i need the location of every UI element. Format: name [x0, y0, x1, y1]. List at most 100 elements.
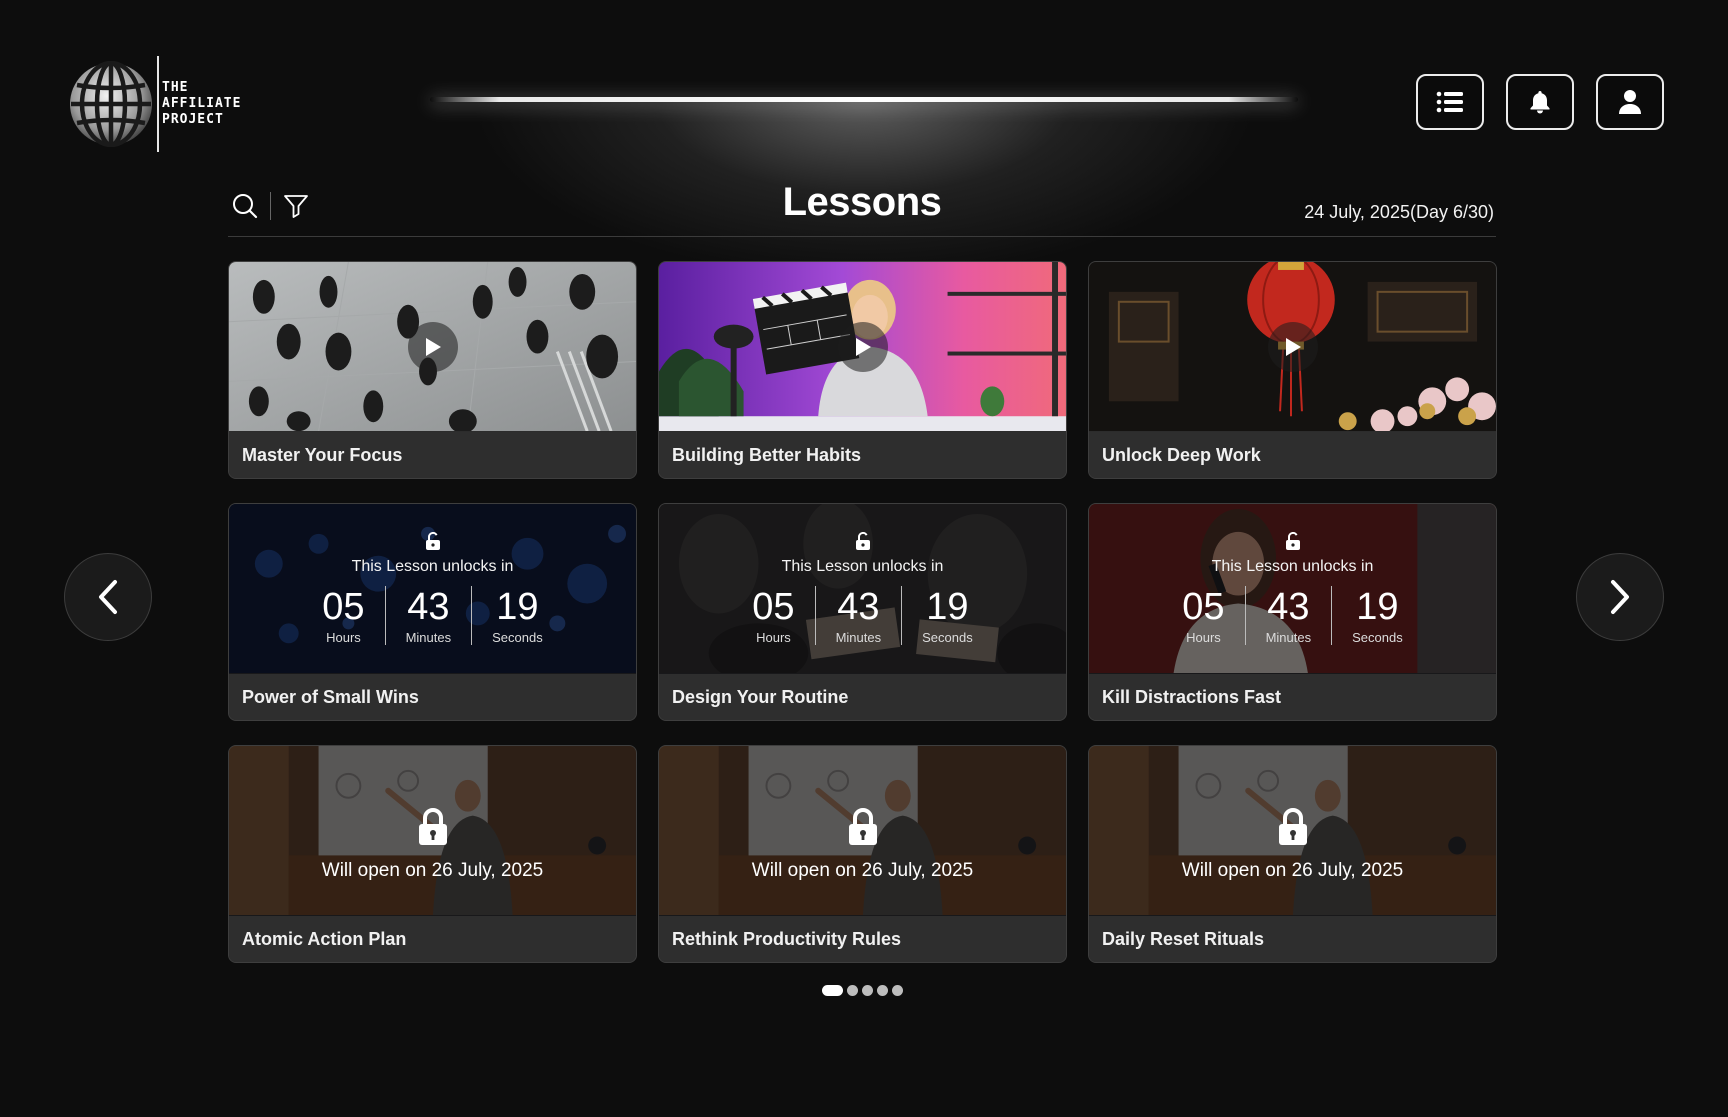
unlock-icon: [855, 532, 870, 550]
minutes-label: Minutes: [405, 630, 452, 645]
hours-label: Hours: [1186, 630, 1221, 645]
chevron-right-icon: [1611, 580, 1629, 614]
list-icon: [1436, 91, 1463, 113]
brand-line: AFFILIATE: [162, 96, 242, 111]
play-button[interactable]: [407, 322, 458, 372]
lesson-card[interactable]: Building Better Habits: [658, 261, 1067, 479]
open-date-text: Will open on 26 July, 2025: [751, 860, 974, 881]
seconds-value: 19: [496, 586, 539, 628]
next-page-button[interactable]: [1576, 553, 1664, 641]
play-button[interactable]: [837, 322, 888, 372]
play-icon: [1285, 338, 1301, 356]
locked-state: Will open on 26 July, 2025: [659, 746, 1066, 916]
hours-label: Hours: [326, 630, 361, 645]
notifications-button[interactable]: [1506, 74, 1574, 130]
unlock-icon: [1285, 532, 1300, 550]
unlock-countdown: This Lesson unlocks in 05 Hours 43 Minutes…: [1089, 504, 1496, 674]
countdown-timer: 05 Hours 43 Minutes 19 Seconds: [732, 586, 992, 645]
play-button[interactable]: [1267, 322, 1318, 372]
lesson-card[interactable]: Will open on 26 July, 2025 Atomic Action…: [228, 745, 637, 963]
pagination-dots: [822, 985, 903, 996]
brand-logo[interactable]: THE AFFILIATE PROJECT: [68, 56, 241, 152]
open-date-text: Will open on 26 July, 2025: [321, 860, 544, 881]
page-dot[interactable]: [847, 985, 858, 996]
lessons-toolbar: Lessons 24 July, 2025(Day 6/30): [228, 180, 1496, 237]
lesson-thumbnail: [659, 262, 1066, 432]
countdown-minutes: 43 Minutes: [814, 586, 902, 645]
lesson-card[interactable]: This Lesson unlocks in 05 Hours 43 Minutes…: [228, 503, 637, 721]
brand-line: THE: [162, 80, 189, 95]
bell-icon: [1530, 91, 1550, 114]
lesson-card[interactable]: Unlock Deep Work: [1088, 261, 1497, 479]
lesson-title: Power of Small Wins: [229, 674, 636, 720]
brand-line: PROJECT: [162, 112, 224, 127]
lesson-card[interactable]: Master Your Focus: [228, 261, 637, 479]
lesson-title: Master Your Focus: [229, 432, 636, 478]
lesson-thumbnail: Will open on 26 July, 2025: [229, 746, 636, 916]
chevron-left-icon: [99, 580, 117, 614]
header-actions: [1416, 74, 1664, 130]
unlock-countdown: This Lesson unlocks in 05 Hours 43 Minutes…: [659, 504, 1066, 674]
countdown-minutes: 43 Minutes: [1244, 586, 1332, 645]
seconds-value: 19: [926, 586, 969, 628]
page-dot-active[interactable]: [822, 985, 843, 996]
seconds-label: Seconds: [1352, 630, 1403, 645]
minutes-value: 43: [407, 586, 450, 628]
lesson-title: Rethink Productivity Rules: [659, 916, 1066, 962]
unlock-countdown: This Lesson unlocks in 05 Hours 43 Minutes…: [229, 504, 636, 674]
countdown-timer: 05 Hours 43 Minutes 19 Seconds: [1162, 586, 1422, 645]
lesson-thumbnail: This Lesson unlocks in 05 Hours 43 Minutes…: [229, 504, 636, 674]
locked-state: Will open on 26 July, 2025: [229, 746, 636, 916]
countdown-timer: 05 Hours 43 Minutes 19 Seconds: [302, 586, 562, 645]
countdown-minutes: 43 Minutes: [384, 586, 472, 645]
open-date-text: Will open on 26 July, 2025: [1181, 860, 1404, 881]
lesson-thumbnail: This Lesson unlocks in 05 Hours 43 Minutes…: [659, 504, 1066, 674]
current-date: 24 July, 2025(Day 6/30): [1304, 202, 1494, 222]
play-icon: [425, 338, 441, 356]
countdown-hours: 05 Hours: [732, 586, 814, 645]
user-icon: [1619, 90, 1641, 114]
lesson-title: Atomic Action Plan: [229, 916, 636, 962]
locked-state: Will open on 26 July, 2025: [1089, 746, 1496, 916]
lesson-title: Unlock Deep Work: [1089, 432, 1496, 478]
countdown-seconds: 19 Seconds: [471, 586, 563, 645]
minutes-value: 43: [837, 586, 880, 628]
lock-icon: [1278, 808, 1307, 845]
lessons-grid: Master Your Focus Building Better Habits…: [228, 261, 1497, 963]
unlock-text: This Lesson unlocks in: [781, 558, 944, 575]
hours-value: 05: [752, 586, 795, 628]
countdown-seconds: 19 Seconds: [1331, 586, 1423, 645]
countdown-hours: 05 Hours: [1162, 586, 1244, 645]
hours-value: 05: [322, 586, 365, 628]
lesson-title: Daily Reset Rituals: [1089, 916, 1496, 962]
logo-divider: [157, 56, 159, 152]
lesson-title: Building Better Habits: [659, 432, 1066, 478]
unlock-text: This Lesson unlocks in: [351, 558, 514, 575]
unlock-icon: [425, 532, 440, 550]
hours-value: 05: [1182, 586, 1225, 628]
globe-icon: [70, 61, 152, 147]
page-dot[interactable]: [892, 985, 903, 996]
light-bar: [430, 97, 1298, 102]
page-dot[interactable]: [862, 985, 873, 996]
play-icon: [855, 338, 871, 356]
page-dot[interactable]: [877, 985, 888, 996]
brand-wordmark: THE AFFILIATE PROJECT: [162, 80, 241, 128]
lesson-card[interactable]: This Lesson unlocks in 05 Hours 43 Minutes…: [1088, 503, 1497, 721]
minutes-label: Minutes: [1265, 630, 1312, 645]
lock-icon: [848, 808, 877, 845]
lesson-card[interactable]: This Lesson unlocks in 05 Hours 43 Minutes…: [658, 503, 1067, 721]
lesson-card[interactable]: Will open on 26 July, 2025 Rethink Produ…: [658, 745, 1067, 963]
profile-button[interactable]: [1596, 74, 1664, 130]
lesson-title: Kill Distractions Fast: [1089, 674, 1496, 720]
countdown-hours: 05 Hours: [302, 586, 384, 645]
menu-button[interactable]: [1416, 74, 1484, 130]
hours-label: Hours: [756, 630, 791, 645]
lesson-card[interactable]: Will open on 26 July, 2025 Daily Reset R…: [1088, 745, 1497, 963]
minutes-label: Minutes: [835, 630, 882, 645]
lesson-thumbnail: This Lesson unlocks in 05 Hours 43 Minutes…: [1089, 504, 1496, 674]
lesson-thumbnail: [1089, 262, 1496, 432]
previous-page-button[interactable]: [64, 553, 152, 641]
unlock-text: This Lesson unlocks in: [1211, 558, 1374, 575]
seconds-label: Seconds: [922, 630, 973, 645]
